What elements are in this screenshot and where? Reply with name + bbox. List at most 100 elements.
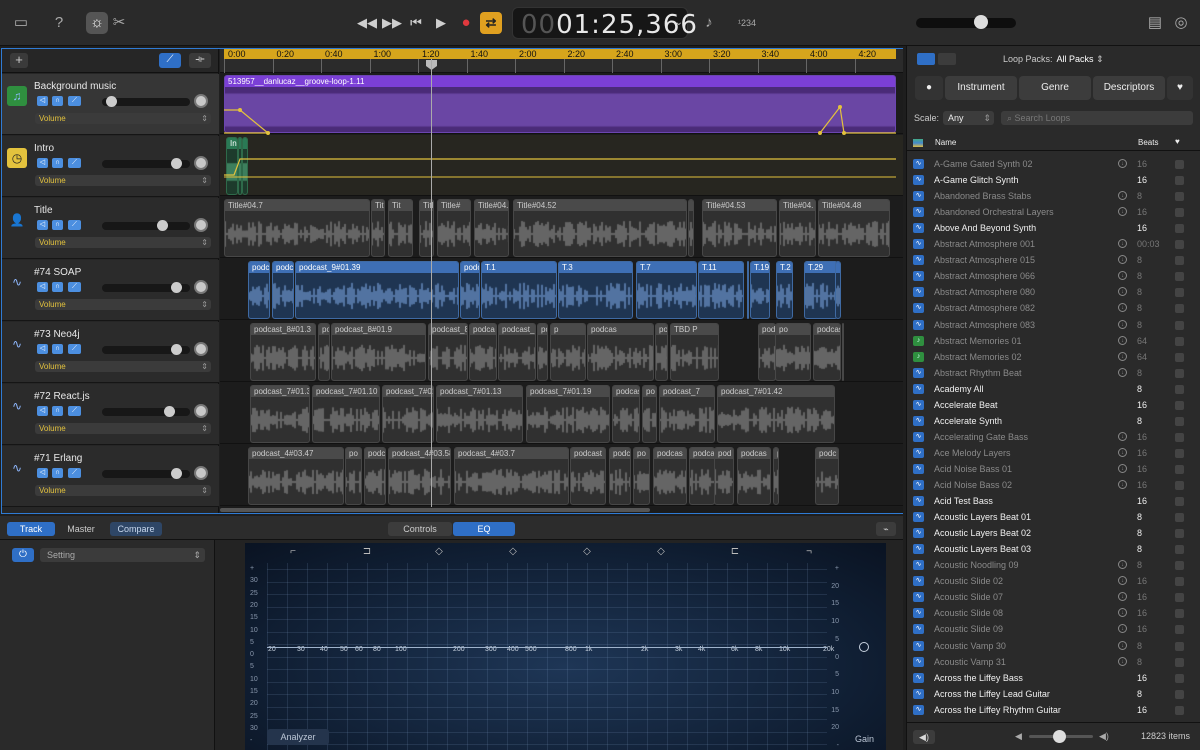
loop-row[interactable]: ♪ Abstract Memories 02 ↓ 64 [907,349,1200,365]
favorite-checkbox[interactable] [1175,160,1184,169]
loop-row[interactable]: ∿ Abstract Atmosphere 082 ↓ 8 [907,300,1200,316]
loop-row[interactable]: ∿ Acid Noise Bass 01 ↓ 16 [907,461,1200,477]
automation-parameter-select[interactable]: Volume [35,237,211,248]
tab-master[interactable]: Master [57,522,105,536]
pan-knob[interactable] [194,342,208,356]
audio-region[interactable]: TBD P [670,323,719,381]
headphones-icon[interactable]: ∩ [52,96,63,106]
audio-region[interactable]: T.7 [636,261,697,319]
track-name[interactable]: Intro [34,143,54,154]
horizontal-scrollbar[interactable] [220,507,903,513]
audio-region[interactable]: podca [469,323,497,381]
compare-button[interactable]: Compare [110,522,162,536]
loop-row[interactable]: ∿ Academy All 8 [907,381,1200,397]
automation-icon[interactable]: ⟋ [68,158,81,168]
favorite-checkbox[interactable] [1175,561,1184,571]
loop-row[interactable]: ∿ Abstract Rhythm Beat ↓ 8 [907,365,1200,381]
favorite-checkbox[interactable] [1175,705,1184,715]
record-button[interactable]: ● [455,12,477,34]
automation-icon[interactable]: ⟋ [68,220,81,230]
track-header[interactable]: ◷ Intro ◁ ∩ ⟋ Volume [2,136,219,197]
search-input[interactable]: ⌕ Search Loops [1001,111,1193,125]
headphones-icon[interactable]: ∩ [52,158,63,168]
download-icon[interactable]: ↓ [1118,287,1127,297]
master-volume-slider[interactable] [916,15,1016,29]
favorite-checkbox[interactable] [1175,272,1184,282]
download-icon[interactable]: ↓ [1118,560,1127,570]
automation-icon[interactable]: ⟋ [68,406,81,416]
favorite-checkbox[interactable] [1175,192,1184,202]
tab-eq[interactable]: EQ [453,522,515,536]
loop-row[interactable]: ∿ Abandoned Brass Stabs ↓ 8 [907,188,1200,204]
audio-region[interactable] [688,199,694,257]
favorite-checkbox[interactable] [1175,176,1184,186]
favorite-checkbox[interactable] [1175,689,1184,699]
peak-band-4-icon[interactable]: ◇ [651,546,671,558]
track-volume-thumb[interactable] [171,282,183,293]
download-icon[interactable]: ↓ [1118,367,1127,377]
favorite-checkbox[interactable] [1175,545,1184,555]
audio-region[interactable] [747,261,749,319]
track-name[interactable]: #73 Neo4j [34,329,80,340]
audio-region[interactable]: T.1 [481,261,557,319]
track-lane[interactable]: Title#04.7TitlTitTitlTitle#Title#04.Titl… [220,197,903,258]
track-volume-thumb[interactable] [171,158,183,169]
audio-region[interactable]: podcas [689,447,715,505]
horizontal-scroll-thumb[interactable] [220,508,650,512]
audio-region[interactable]: podc [248,261,270,319]
audio-region[interactable]: Tit [388,199,413,257]
track-lane[interactable]: podcast_7#01.3 podcast_7#01.10 podcast_7#0… [220,383,903,444]
automation-icon[interactable]: ⟋ [68,96,81,106]
audio-region[interactable]: podcas [537,323,548,381]
automation-toggle-icon[interactable]: ⟋ [159,53,181,68]
audio-region[interactable] [835,261,841,319]
audio-region[interactable]: po [633,447,650,505]
audio-region[interactable]: T.29 [804,261,838,319]
download-icon[interactable]: ↓ [1118,480,1127,489]
favorite-checkbox[interactable] [1175,641,1184,651]
download-icon[interactable]: ↓ [1118,447,1127,457]
headphones-icon[interactable]: ∩ [52,344,63,354]
audio-region[interactable]: T.11 [698,261,744,319]
audio-region[interactable]: podcast_4#03.7 [454,447,569,505]
loop-row[interactable]: ∿ Acoustic Layers Beat 03 8 [907,541,1200,557]
loop-row[interactable]: ∿ Accelerate Beat 16 [907,397,1200,413]
loop-row[interactable]: ∿ Across the Liffey Rhythm Guitar 16 [907,702,1200,718]
track-volume-slider[interactable] [102,406,190,417]
type-column-icon[interactable] [913,139,923,147]
track-volume-slider[interactable] [102,468,190,479]
loop-packs-selector[interactable]: Loop Packs: All Packs ⇕ [1003,54,1104,65]
track-volume-thumb[interactable] [105,96,117,107]
track-name[interactable]: Title [34,205,53,216]
mute-icon[interactable]: ◁ [37,406,48,416]
mute-icon[interactable]: ◁ [37,344,48,354]
pan-knob[interactable] [194,280,208,294]
power-icon[interactable]: ⏻ [12,548,34,562]
headphones-icon[interactable]: ∩ [52,468,63,478]
tuner-icon[interactable]: ♪ [698,12,720,34]
loop-row[interactable]: ∿ Acoustic Vamp 30 ↓ 8 [907,638,1200,654]
high-shelf-icon[interactable]: ⊏ [725,546,745,558]
peak-band-3-icon[interactable]: ◇ [577,546,597,558]
audio-region[interactable]: podc [272,261,294,319]
download-icon[interactable]: ↓ [1118,624,1127,634]
audio-region[interactable]: po [345,447,362,505]
favorite-checkbox[interactable] [1175,400,1184,410]
favorite-checkbox[interactable] [1175,288,1184,298]
audio-region[interactable]: podcast_ [813,323,841,381]
loop-row[interactable]: ∿ Acoustic Layers Beat 02 8 [907,525,1200,541]
audio-region[interactable]: T.2 [776,261,793,319]
volume-automation-curves[interactable] [220,73,903,195]
beats-column-header[interactable]: Beats [1138,138,1158,147]
favorite-checkbox[interactable] [1175,336,1184,346]
audio-region[interactable]: podc [460,261,480,319]
favorite-checkbox[interactable] [1175,448,1184,458]
audio-region[interactable]: podcast_7#01.3 [250,385,310,443]
track-header[interactable]: 👤 Title ◁ ∩ ⟋ Volume [2,198,219,259]
loop-row[interactable]: ∿ Acid Test Bass 16 [907,493,1200,509]
mute-icon[interactable]: ◁ [37,96,48,106]
audio-region[interactable]: Title#04.7 [224,199,370,257]
audio-region[interactable]: po [773,447,779,505]
loop-row[interactable]: ∿ Abstract Atmosphere 066 ↓ 8 [907,268,1200,284]
column-view-icon[interactable] [938,53,956,65]
